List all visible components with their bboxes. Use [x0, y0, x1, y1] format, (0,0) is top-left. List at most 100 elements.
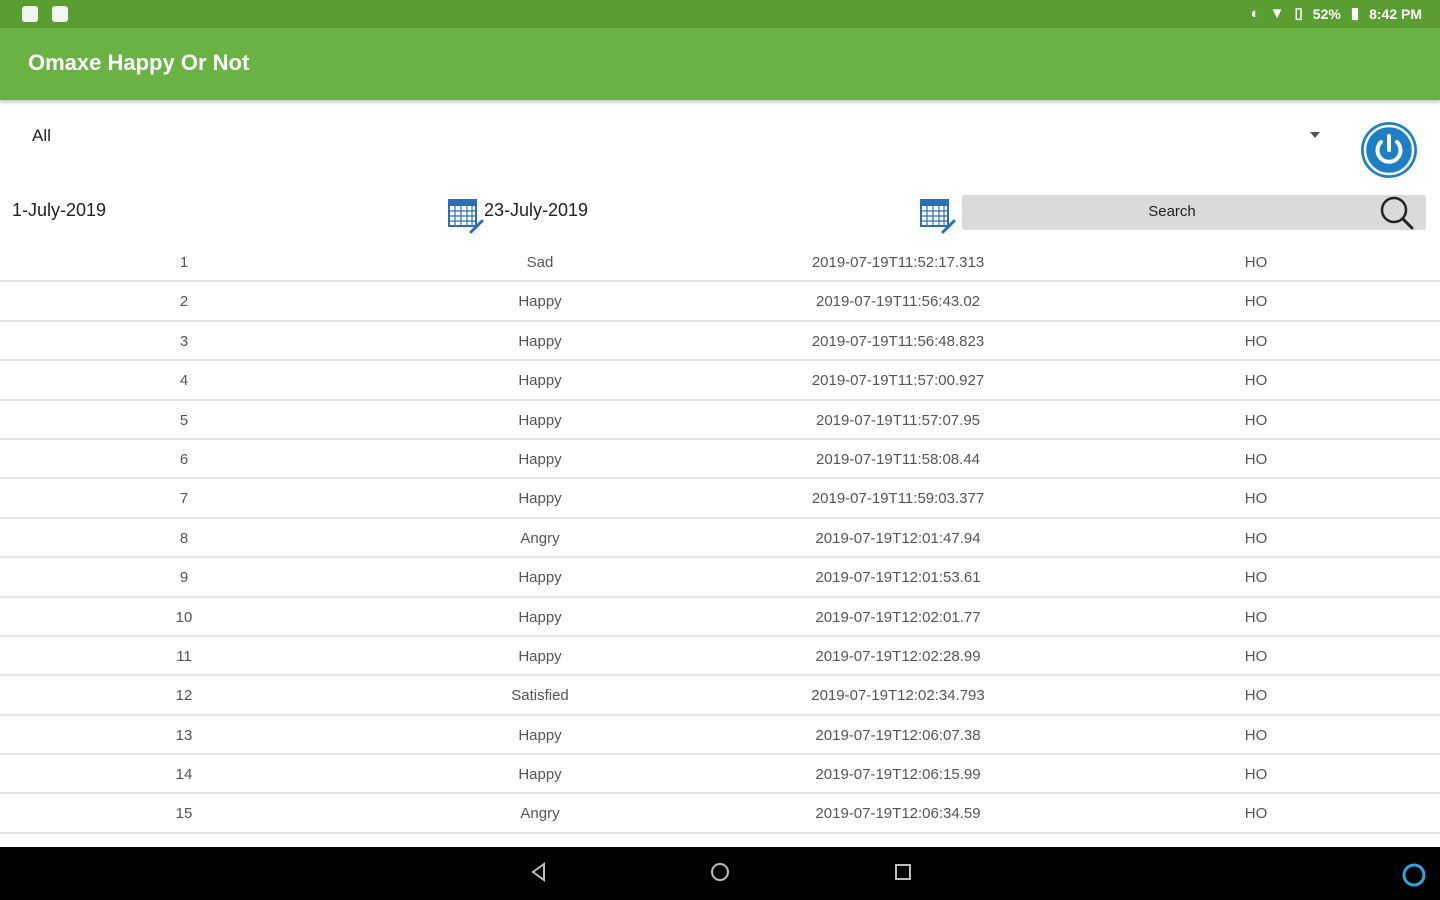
search-icon [1380, 196, 1414, 230]
table-row[interactable]: 12 Satisfied 2019-07-19T12:02:34.793 HO [0, 676, 1440, 716]
recent-apps-icon[interactable] [892, 861, 914, 883]
app-bar: Omaxe Happy Or Not [0, 28, 1440, 100]
row-location: HO [1244, 766, 1268, 784]
row-location: HO [1244, 293, 1268, 311]
table-row[interactable]: 8 Angry 2019-07-19T12:01:47.94 HO [0, 519, 1440, 559]
row-number: 11 [176, 647, 192, 665]
row-timestamp: 2019-07-19T12:02:34.793 [811, 687, 985, 705]
table-row[interactable]: 6 Happy 2019-07-19T11:58:08.44 HO [0, 440, 1440, 480]
row-timestamp: 2019-07-19T11:56:48.823 [811, 332, 985, 350]
home-icon[interactable] [709, 861, 731, 883]
calendar-icon [448, 199, 484, 234]
status-right: ◐ ▼ ▯ 52% ▮ 8:42 PM [1251, 5, 1422, 23]
row-number: 5 [179, 411, 189, 429]
row-mood: Happy [518, 569, 562, 587]
row-mood: Angry [520, 529, 560, 547]
battery-icon: ▮ [1350, 5, 1360, 22]
row-mood: Happy [518, 608, 562, 626]
row-location: HO [1244, 332, 1268, 350]
row-location: HO [1244, 254, 1268, 271]
assistant-icon[interactable] [1400, 861, 1428, 889]
row-mood: Satisfied [511, 687, 569, 705]
row-number: 7 [179, 490, 189, 508]
row-location: HO [1244, 687, 1268, 705]
search-button[interactable]: Search [962, 195, 1426, 230]
row-timestamp: 2019-07-19T12:02:28.99 [815, 647, 981, 665]
notification-icons [22, 6, 68, 22]
row-number: 6 [179, 450, 189, 468]
row-number: 14 [175, 766, 193, 784]
filter-dropdown[interactable]: All [18, 118, 1328, 156]
row-number: 3 [179, 332, 189, 350]
from-date-picker-button[interactable] [446, 196, 486, 236]
table-row[interactable]: 2 Happy 2019-07-19T11:56:43.02 HO [0, 282, 1440, 322]
battery-percent: 52% [1312, 6, 1341, 22]
filter-selected-value: All [32, 126, 51, 145]
to-date: 23-July-2019 [484, 200, 589, 220]
from-date: 1-July-2019 [12, 200, 107, 220]
row-mood: Happy [518, 332, 562, 350]
table-row[interactable]: 1 Sad 2019-07-19T11:52:17.313 HO [0, 243, 1440, 283]
row-mood: Angry [520, 805, 560, 823]
row-number: 4 [179, 372, 189, 390]
calendar-icon [920, 199, 956, 234]
row-mood: Happy [518, 372, 562, 390]
row-number: 12 [175, 687, 193, 705]
row-location: HO [1244, 726, 1268, 744]
wifi-icon: ▼ [1269, 5, 1285, 22]
row-number: 8 [179, 529, 189, 547]
power-button[interactable] [1361, 122, 1417, 178]
row-location: HO [1244, 490, 1268, 508]
status-bar: ◐ ▼ ▯ 52% ▮ 8:42 PM [0, 0, 1440, 28]
row-number: 10 [175, 608, 193, 626]
app-title: Omaxe Happy Or Not [28, 50, 250, 75]
table-row[interactable]: 10 Happy 2019-07-19T12:02:01.77 HO [0, 598, 1440, 637]
to-date-picker-button[interactable] [918, 196, 958, 236]
row-mood: Happy [518, 726, 562, 744]
row-location: HO [1244, 805, 1268, 823]
table-row[interactable]: 4 Happy 2019-07-19T11:57:00.927 HO [0, 361, 1440, 401]
row-timestamp: 2019-07-19T11:52:17.313 [811, 254, 985, 271]
row-location: HO [1244, 411, 1268, 429]
row-mood: Happy [518, 490, 562, 508]
row-mood: Happy [518, 293, 562, 311]
row-location: HO [1244, 529, 1268, 547]
row-mood: Happy [518, 411, 562, 429]
row-number: 15 [175, 805, 193, 823]
table-row[interactable]: 5 Happy 2019-07-19T11:57:07.95 HO [0, 401, 1440, 440]
row-mood: Happy [518, 450, 562, 468]
table-row[interactable]: 9 Happy 2019-07-19T12:01:53.61 HO [0, 558, 1440, 598]
clock: 8:42 PM [1369, 6, 1422, 22]
power-icon [1363, 124, 1415, 176]
back-icon[interactable] [528, 861, 550, 883]
row-mood: Happy [518, 647, 562, 665]
table-row[interactable]: 7 Happy 2019-07-19T11:59:03.377 HO [0, 479, 1440, 519]
row-number: 2 [179, 293, 189, 311]
row-location: HO [1244, 569, 1268, 587]
table-row[interactable]: 15 Angry 2019-07-19T12:06:34.59 HO [0, 794, 1440, 834]
row-location: HO [1244, 647, 1268, 665]
gallery-notification-icon [22, 6, 38, 22]
table-row[interactable]: 3 Happy 2019-07-19T11:56:48.823 HO [0, 322, 1440, 362]
feedback-table: 1 Sad 2019-07-19T11:52:17.313 HO 2 Happy 2019-… [0, 243, 1440, 834]
row-timestamp: 2019-07-19T11:58:08.44 [815, 450, 981, 468]
row-location: HO [1244, 608, 1268, 626]
row-timestamp: 2019-07-19T11:57:07.95 [815, 411, 981, 429]
row-number: 9 [179, 569, 189, 587]
table-row[interactable]: 11 Happy 2019-07-19T12:02:28.99 HO [0, 637, 1440, 677]
row-mood: Sad [526, 254, 554, 271]
row-number: 1 [179, 254, 189, 271]
row-location: HO [1244, 450, 1268, 468]
table-row[interactable]: 13 Happy 2019-07-19T12:06:07.38 HO [0, 716, 1440, 756]
row-number: 13 [175, 726, 193, 744]
table-row[interactable]: 14 Happy 2019-07-19T12:06:15.99 HO [0, 755, 1440, 795]
row-timestamp: 2019-07-19T12:06:07.38 [815, 726, 981, 744]
navigation-bar [0, 847, 1440, 900]
folder-notification-icon [52, 6, 68, 22]
row-timestamp: 2019-07-19T12:06:34.59 [815, 805, 981, 823]
row-mood: Happy [518, 766, 562, 784]
search-label: Search [1148, 203, 1196, 220]
sim-icon: ▯ [1294, 5, 1303, 22]
sync-icon: ◐ [1250, 5, 1260, 22]
row-timestamp: 2019-07-19T12:02:01.77 [815, 608, 981, 626]
